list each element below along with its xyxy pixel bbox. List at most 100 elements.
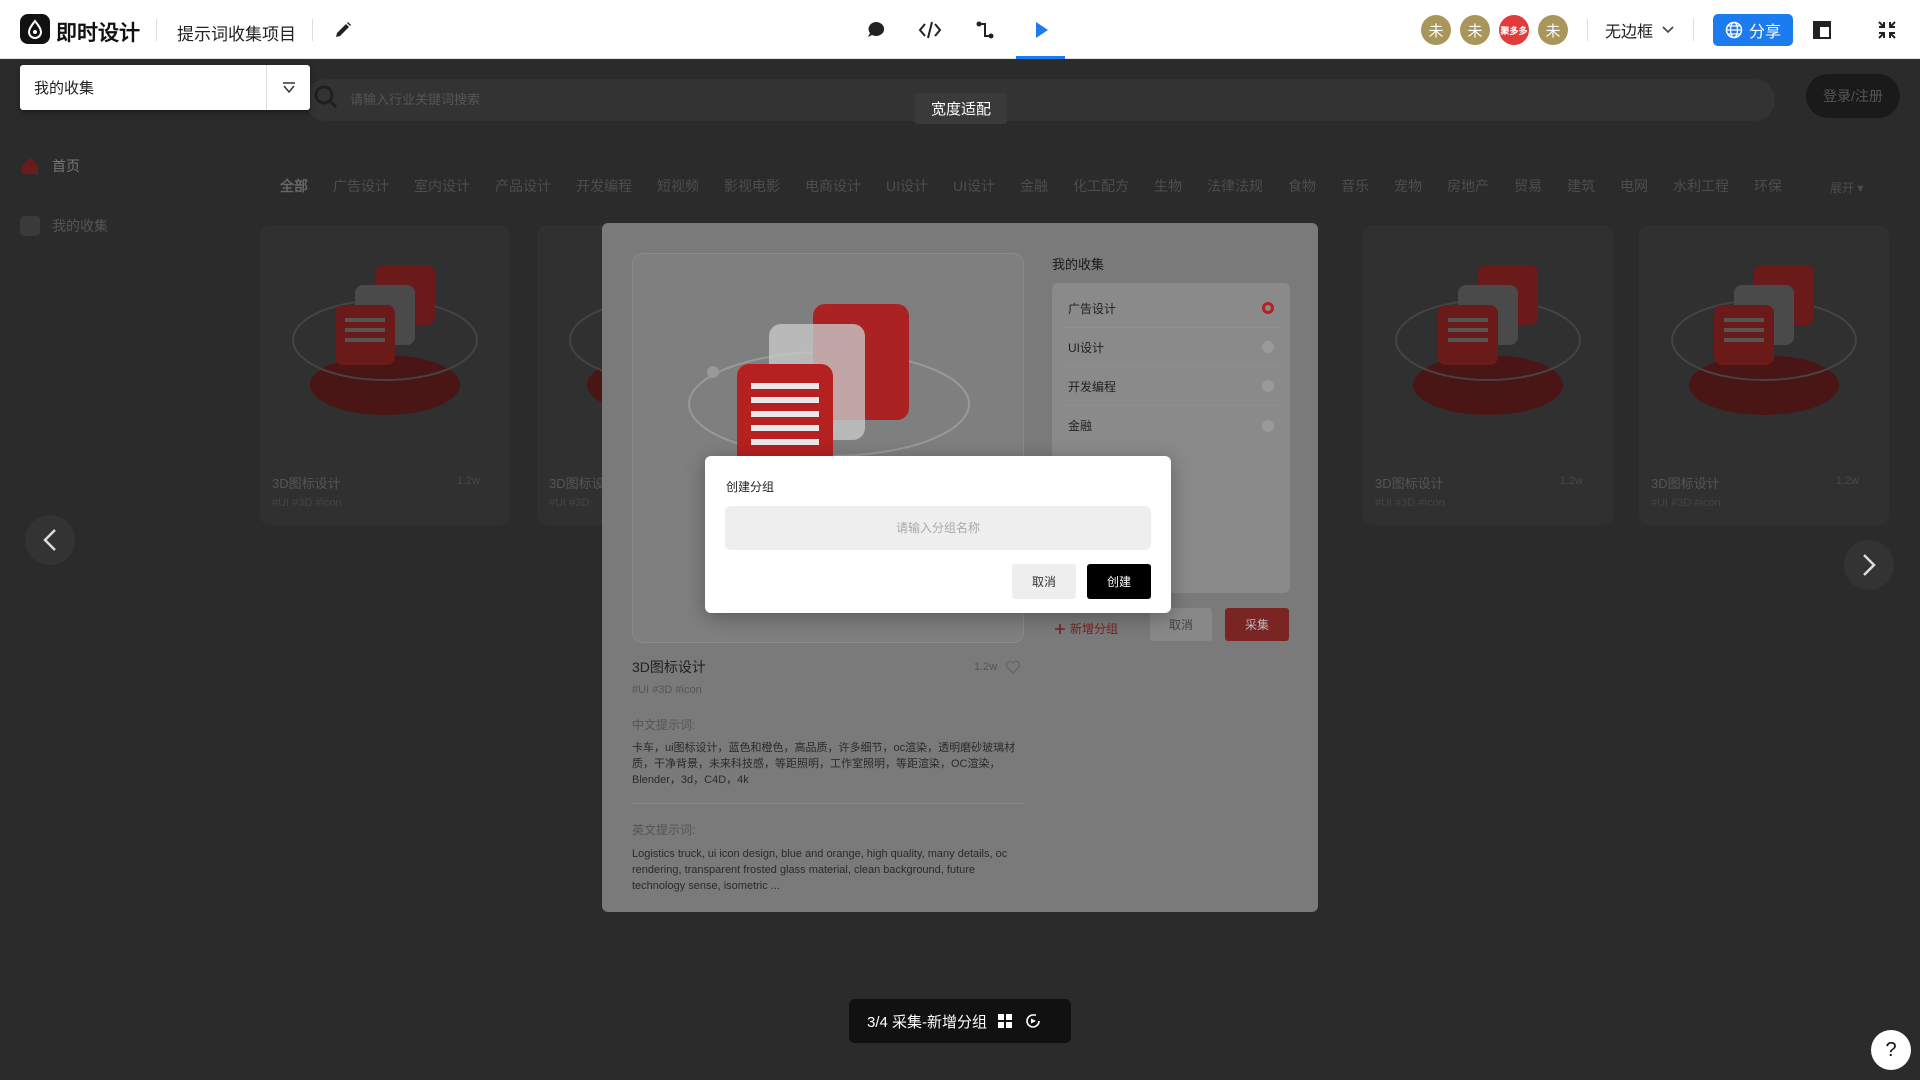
- pencil-icon[interactable]: [330, 17, 356, 43]
- cn-prompt-text: 卡车，ui图标设计，蓝色和橙色，高品质，许多细节，oc渲染，透明磨砂玻璃材质，干…: [632, 742, 1016, 786]
- card-title: 3D图标设计: [1651, 476, 1720, 491]
- heart-icon[interactable]: [1005, 660, 1021, 674]
- home-icon: [22, 158, 38, 174]
- divider: [1587, 19, 1588, 41]
- group-label: 开发编程: [1068, 379, 1117, 394]
- sidebar-item-label: 首页: [52, 158, 80, 174]
- category-tab: 短视频: [657, 178, 699, 194]
- help-icon[interactable]: ?: [1871, 1030, 1911, 1070]
- add-group-button[interactable]: 新增分组: [1054, 620, 1118, 637]
- divider: [312, 19, 313, 41]
- page-search-bar: [305, 79, 1775, 121]
- comment-icon[interactable]: [861, 15, 891, 45]
- category-tab: 生物: [1154, 178, 1182, 194]
- en-prompt-label: 英文提示词:: [632, 823, 696, 837]
- search-icon: [314, 85, 338, 109]
- plus-icon: [1055, 623, 1065, 634]
- group-radio[interactable]: [1262, 341, 1274, 353]
- frame-mode-label: 无边框: [1605, 24, 1654, 41]
- prototype-icon[interactable]: [970, 15, 1000, 45]
- card-tags: #UI #3D #icon: [272, 497, 342, 509]
- prev-arrow-icon[interactable]: [25, 515, 75, 565]
- en-prompt-text: Logistics truck, ui icon design, blue an…: [632, 848, 1008, 892]
- step-label: 3/4 采集-新增分组: [867, 1013, 988, 1031]
- group-item[interactable]: 金融: [1062, 406, 1280, 445]
- top-toolbar: 即时设计 提示词收集项目 未 未 聚多多 未 无边框 分享: [0, 0, 1920, 59]
- width-fit-tooltip: 宽度适配: [915, 93, 1007, 124]
- cn-prompt-label: 中文提示词:: [632, 718, 696, 732]
- card-tags: #UI #3D #icon: [1651, 497, 1721, 509]
- group-radio[interactable]: [1262, 302, 1274, 314]
- category-tab: 全部: [280, 178, 308, 194]
- divider: [1693, 19, 1694, 41]
- avatar[interactable]: 聚多多: [1499, 15, 1529, 45]
- category-tab: 化工配方: [1073, 178, 1129, 194]
- category-tabs: 全部 广告设计 室内设计 产品设计 开发编程 短视频 影视电影 电商设计 UI设…: [280, 176, 1782, 200]
- login-button: 登录/注册: [1806, 74, 1900, 118]
- category-tab: 宠物: [1394, 178, 1422, 194]
- frame-mode-select[interactable]: 无边框: [1605, 18, 1675, 42]
- category-tab: 开发编程: [576, 178, 632, 194]
- card-likes: 1.2w: [456, 475, 480, 487]
- restart-icon[interactable]: [1023, 1011, 1043, 1031]
- group-label: 广告设计: [1068, 301, 1117, 316]
- collect-button[interactable]: 采集: [1225, 608, 1289, 641]
- category-tab: 影视电影: [724, 178, 780, 194]
- dropdown-filter-icon[interactable]: [266, 65, 310, 110]
- card: 3D图标设计 1.2w #UI #3D #icon: [260, 225, 510, 525]
- next-arrow-icon[interactable]: [1844, 540, 1894, 590]
- share-button[interactable]: 分享: [1713, 14, 1793, 46]
- 3d-chat-icon-image: [1671, 265, 1857, 415]
- share-label: 分享: [1748, 24, 1781, 41]
- likes-count: 1.2w: [974, 661, 998, 673]
- page-search-placeholder: 请输入行业关键词搜索: [350, 92, 481, 107]
- grid-icon[interactable]: [995, 1011, 1015, 1031]
- group-name-input[interactable]: [725, 506, 1151, 550]
- expand-toggle: 展开 ▾: [1830, 181, 1864, 195]
- code-icon[interactable]: [915, 15, 945, 45]
- category-tab: 电商设计: [805, 178, 861, 194]
- detail-title: 3D图标设计: [632, 659, 706, 675]
- group-item[interactable]: UI设计: [1062, 328, 1280, 367]
- image-icon: [20, 216, 40, 236]
- category-tab: UI设计: [886, 178, 928, 194]
- collection-select[interactable]: 我的收集: [20, 65, 310, 110]
- avatar[interactable]: 未: [1538, 15, 1568, 45]
- collapse-icon[interactable]: [1874, 17, 1900, 43]
- dialog-title: 创建分组: [726, 480, 775, 494]
- cancel-button[interactable]: 取消: [1012, 564, 1076, 599]
- play-icon[interactable]: [1026, 15, 1056, 45]
- card: 3D图标设计 1.2w #UI #3D #icon: [1639, 225, 1889, 525]
- card-tags: #UI #3D #icon: [1375, 497, 1445, 509]
- detail-likes: 1.2w: [974, 660, 1021, 674]
- avatar[interactable]: 未: [1421, 15, 1451, 45]
- create-group-dialog: 创建分组 取消 创建: [705, 456, 1171, 613]
- category-tab: 广告设计: [333, 178, 389, 194]
- avatar[interactable]: 未: [1460, 15, 1490, 45]
- group-label: UI设计: [1068, 340, 1105, 355]
- layout-icon[interactable]: [1809, 17, 1835, 43]
- project-name[interactable]: 提示词收集项目: [177, 20, 296, 45]
- group-radio[interactable]: [1262, 380, 1274, 392]
- card-likes: 1.2w: [1835, 475, 1859, 487]
- add-group-label: 新增分组: [1070, 622, 1119, 636]
- 3d-chat-icon-image: [292, 265, 478, 415]
- category-tab: 电网: [1620, 178, 1648, 194]
- chevron-down-icon: [1662, 26, 1674, 34]
- group-item[interactable]: 广告设计: [1062, 289, 1280, 328]
- group-radio[interactable]: [1262, 419, 1274, 432]
- 3d-chat-icon-image: [1395, 265, 1581, 415]
- card-likes: 1.2w: [1559, 475, 1583, 487]
- card-tags: #UI #3D: [549, 497, 590, 509]
- card-title: 3D图标设计: [1375, 476, 1444, 491]
- globe-icon: [1725, 21, 1743, 39]
- create-button[interactable]: 创建: [1087, 564, 1151, 599]
- category-tab: 室内设计: [414, 178, 470, 194]
- sidebar-item-home: 首页: [20, 156, 80, 176]
- divider: [156, 19, 157, 41]
- collection-select-value: 我的收集: [34, 80, 95, 97]
- category-tab: UI设计: [953, 178, 995, 194]
- active-mode-indicator: [1016, 56, 1065, 59]
- group-item[interactable]: 开发编程: [1062, 367, 1280, 406]
- logo-icon[interactable]: [20, 14, 50, 44]
